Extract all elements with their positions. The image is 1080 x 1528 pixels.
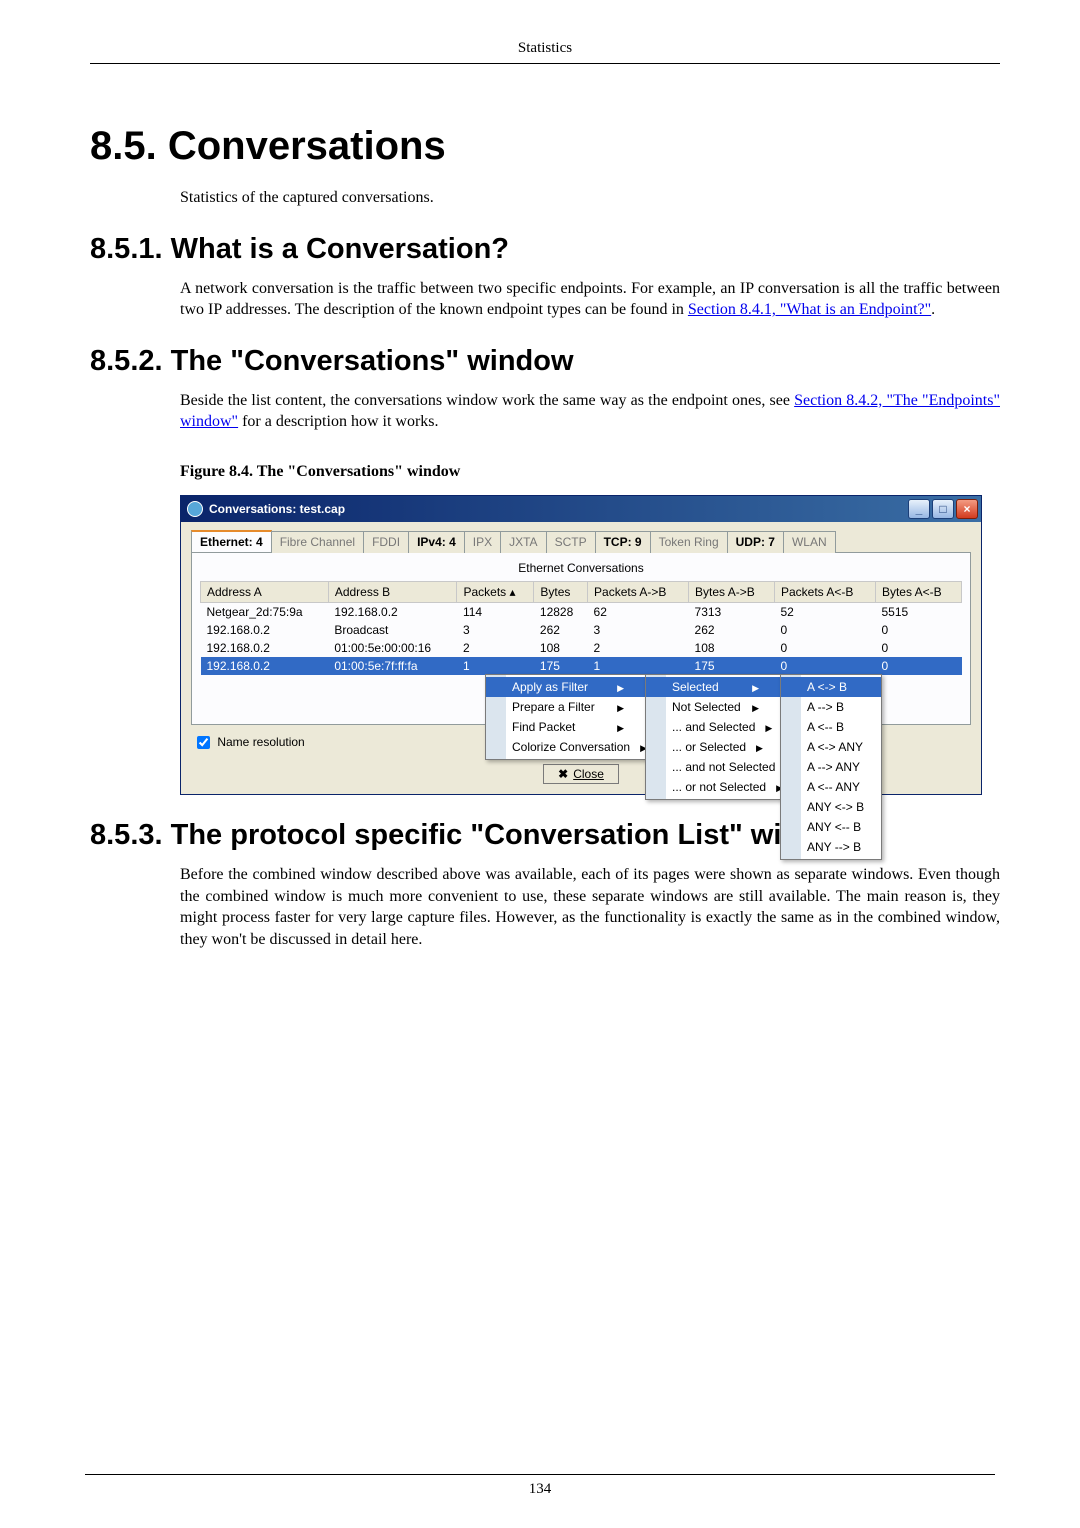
name-resolution-row[interactable]: Name resolution — [193, 735, 305, 749]
table-row[interactable]: Netgear_2d:75:9a192.168.0.21141282862731… — [201, 602, 962, 621]
menu-item[interactable]: A --> ANY — [781, 757, 881, 777]
section-heading-8-5-1: 8.5.1. What is a Conversation? — [90, 233, 1000, 266]
page-number: 134 — [529, 1481, 552, 1497]
submenu-arrow-icon — [756, 740, 763, 754]
figure-caption: Figure 8.4. The "Conversations" window — [180, 463, 1000, 481]
menu-item[interactable]: Selected — [646, 677, 781, 697]
submenu-arrow-icon — [617, 680, 624, 694]
column-header[interactable]: Address A — [201, 581, 329, 602]
text-after-link: . — [931, 301, 935, 318]
column-header[interactable]: Address B — [328, 581, 457, 602]
menu-item[interactable]: ... and Selected — [646, 717, 781, 737]
tab-fibre-channel[interactable]: Fibre Channel — [271, 531, 364, 553]
table-row[interactable]: 192.168.0.201:00:5e:00:00:162108210800 — [201, 639, 962, 657]
text-after-link-2: for a description how it works. — [238, 413, 438, 430]
titlebar: Conversations: test.cap _ □ × — [181, 496, 981, 522]
tab-jxta[interactable]: JXTA — [500, 531, 546, 553]
menu-item[interactable]: Find Packet — [486, 717, 646, 737]
submenu-arrow-icon — [752, 700, 759, 714]
context-menu-2: SelectedNot Selected... and Selected... … — [645, 674, 782, 800]
column-header[interactable]: Packets A->B — [588, 581, 689, 602]
paragraph-8-5-1: A network conversation is the traffic be… — [180, 278, 1000, 321]
tab-sctp[interactable]: SCTP — [546, 531, 596, 553]
submenu-arrow-icon — [765, 720, 772, 734]
column-header[interactable]: Bytes A->B — [689, 581, 775, 602]
tab-wlan[interactable]: WLAN — [783, 531, 836, 553]
menu-item[interactable]: A <-- ANY — [781, 777, 881, 797]
app-icon — [187, 501, 203, 517]
menu-item[interactable]: A --> B — [781, 697, 881, 717]
menu-item[interactable]: ANY --> B — [781, 837, 881, 857]
tab-token-ring[interactable]: Token Ring — [650, 531, 728, 553]
menu-item[interactable]: ... and not Selected — [646, 757, 781, 777]
conversations-dialog: Conversations: test.cap _ □ × Ethernet: … — [180, 495, 982, 795]
maximize-button[interactable]: □ — [932, 499, 954, 519]
table-row[interactable]: 192.168.0.201:00:5e:7f:ff:fa1175117500 — [201, 657, 962, 675]
section-heading-8-5: 8.5. Conversations — [90, 124, 1000, 169]
context-menu-1: Apply as FilterPrepare a FilterFind Pack… — [485, 674, 647, 760]
tab-fddi[interactable]: FDDI — [363, 531, 409, 553]
page-footer: 134 — [0, 1474, 1080, 1498]
column-header[interactable]: Bytes A<-B — [875, 581, 961, 602]
column-header[interactable]: Packets A<-B — [775, 581, 876, 602]
column-header[interactable]: Packets ▴ — [457, 581, 534, 602]
menu-item[interactable]: Prepare a Filter — [486, 697, 646, 717]
menu-item[interactable]: Apply as Filter — [486, 677, 646, 697]
window-title: Conversations: test.cap — [209, 502, 345, 516]
close-icon: ✖ — [558, 767, 568, 781]
name-resolution-checkbox[interactable] — [197, 736, 210, 749]
menu-item[interactable]: ... or not Selected — [646, 777, 781, 797]
tab-tcp-9[interactable]: TCP: 9 — [595, 531, 651, 553]
tab-ipv4-4[interactable]: IPv4: 4 — [408, 531, 465, 553]
menu-item[interactable]: Colorize Conversation — [486, 737, 646, 757]
minimize-button[interactable]: _ — [908, 499, 930, 519]
name-resolution-label: Name resolution — [217, 735, 304, 749]
section-heading-8-5-2: 8.5.2. The "Conversations" window — [90, 345, 1000, 378]
table-row[interactable]: 192.168.0.2Broadcast3262326200 — [201, 621, 962, 639]
tab-udp-7[interactable]: UDP: 7 — [727, 531, 784, 553]
menu-item[interactable]: A <-> B — [781, 677, 881, 697]
paragraph-8-5-2: Beside the list content, the conversatio… — [180, 390, 1000, 433]
submenu-arrow-icon — [617, 700, 624, 714]
close-window-button[interactable]: × — [956, 499, 978, 519]
submenu-arrow-icon — [617, 720, 624, 734]
submenu-arrow-icon — [752, 680, 759, 694]
menu-item[interactable]: A <-- B — [781, 717, 881, 737]
link-endpoint-definition[interactable]: Section 8.4.1, "What is an Endpoint?" — [688, 301, 931, 318]
intro-paragraph: Statistics of the captured conversations… — [180, 187, 1000, 209]
column-header[interactable]: Bytes — [534, 581, 588, 602]
context-menu-3: A <-> BA --> BA <-- BA <-> ANYA --> ANYA… — [780, 674, 882, 860]
protocol-tabs: Ethernet: 4Fibre ChannelFDDIIPv4: 4IPXJX… — [191, 530, 971, 553]
close-button[interactable]: ✖ Close — [543, 764, 619, 784]
menu-item[interactable]: ... or Selected — [646, 737, 781, 757]
conversations-table: Address AAddress BPackets ▴BytesPackets … — [200, 581, 962, 675]
text-before-link-2: Beside the list content, the conversatio… — [180, 392, 794, 409]
menu-item[interactable]: Not Selected — [646, 697, 781, 717]
tab-ethernet-4[interactable]: Ethernet: 4 — [191, 530, 272, 552]
page-header: Statistics — [90, 40, 1000, 64]
menu-item[interactable]: ANY <-- B — [781, 817, 881, 837]
paragraph-8-5-3: Before the combined window described abo… — [180, 864, 1000, 950]
panel-title: Ethernet Conversations — [200, 559, 962, 581]
menu-item[interactable]: A <-> ANY — [781, 737, 881, 757]
tab-ipx[interactable]: IPX — [464, 531, 501, 553]
menu-item[interactable]: ANY <-> B — [781, 797, 881, 817]
close-label: Close — [573, 767, 604, 781]
